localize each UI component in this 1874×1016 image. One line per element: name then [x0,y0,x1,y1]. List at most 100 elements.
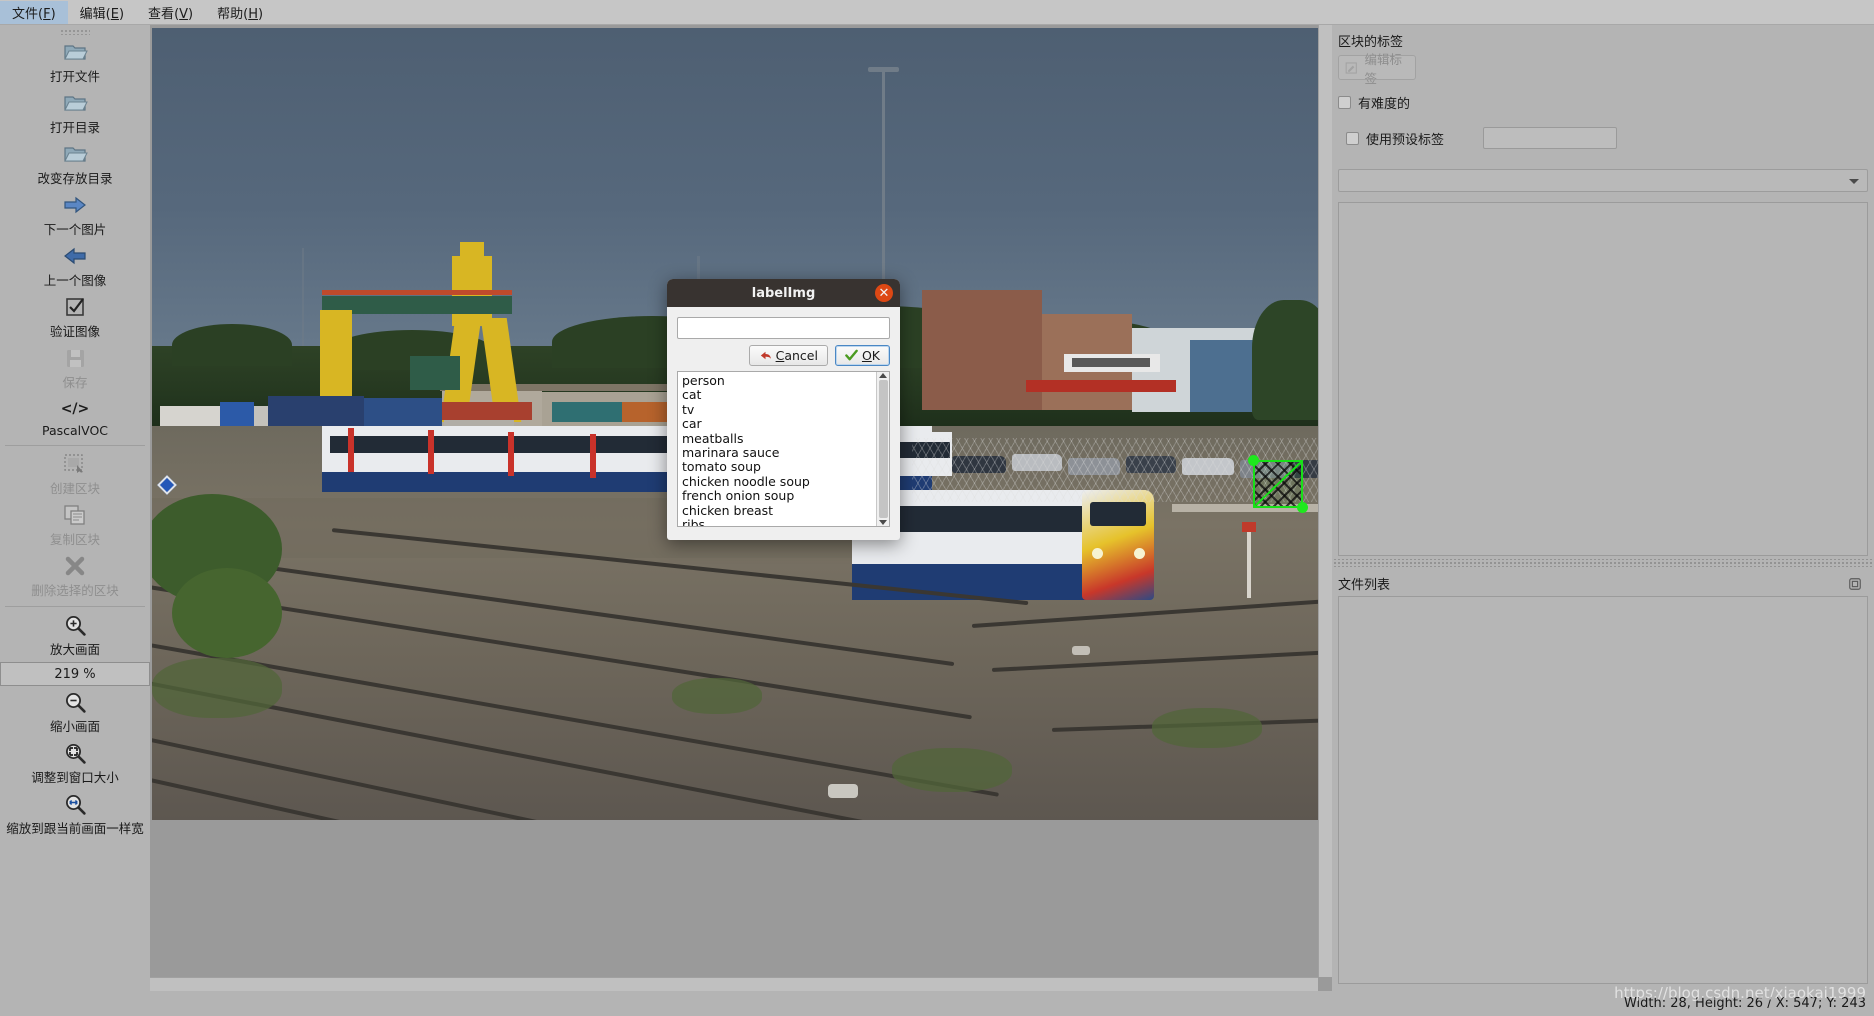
toolbar-next-image-label: 下一个图片 [43,222,107,237]
toolbar-zoom-out-label: 缩小画面 [49,719,100,734]
menu-edit[interactable]: 编辑(E) [68,1,136,24]
use-default-label-checkbox[interactable] [1346,131,1359,145]
box-labels-dock-title: 区块的标签 [1332,25,1874,53]
dialog-title-bar[interactable]: labelImg ✕ [667,279,900,307]
toolbar-next-image[interactable]: 下一个图片 [0,190,150,241]
zoom-level-value: 219 % [54,666,96,682]
suggestions-scrollbar[interactable] [876,372,889,526]
train-1-door-2 [428,430,434,474]
menu-view[interactable]: 查看(V) [136,1,205,24]
label-dialog[interactable]: labelImg ✕ Cancel OK person cat tv car m… [667,279,900,540]
list-item[interactable]: ribs [682,517,876,526]
ok-button[interactable]: OK [834,345,890,366]
bbox-vertex-bottom-right[interactable] [1297,502,1308,513]
grass-patch-4 [1152,708,1262,748]
dialog-title-text: labelImg [751,285,816,301]
cursor-coordinates-status: Width: 28, Height: 26 / X: 547; Y: 243 [1623,996,1866,1011]
menu-help[interactable]: 帮助(H) [205,1,275,24]
toolbar-verify-image[interactable]: 验证图像 [0,292,150,343]
cancel-button[interactable]: Cancel [748,345,828,366]
list-item[interactable]: marinara sauce [682,445,876,460]
menu-edit-mnemonic: E [110,6,119,22]
right-dock-panel: 区块的标签 编辑标签 有难度的 使用预设标签 文件列表 [1332,25,1874,1016]
toolbar-zoom-out[interactable]: 缩小画面 [0,687,150,738]
container-red [442,402,532,420]
toolbar-open-dir[interactable]: 打开目录 [0,88,150,139]
fit-width-icon [64,791,87,817]
list-item[interactable]: car [682,416,876,431]
difficult-checkbox-row[interactable]: 有难度的 [1338,93,1874,112]
toolbar-format-label: PascalVOC [41,423,109,438]
list-item[interactable]: french onion soup [682,488,876,503]
dock-splitter-handle[interactable] [1332,559,1874,567]
menu-file-label: 文件 [12,6,39,22]
list-item[interactable]: chicken breast [682,503,876,518]
toolbar-zoom-in-label: 放大画面 [49,642,100,657]
use-default-label-row[interactable]: 使用预设标签 [1346,127,1874,149]
gantry-rail-red [322,290,512,295]
list-item[interactable]: meatballs [682,431,876,446]
toolbar-open-dir-label: 打开目录 [49,120,100,135]
toolbar-create-rectbox: 创建区块 [0,449,150,500]
lamp-post-head [868,67,899,72]
undo-arrow-icon [760,351,771,360]
debris-2 [1072,646,1090,655]
toolbar-open-file[interactable]: 打开文件 [0,37,150,88]
container-navy [268,396,364,430]
list-item[interactable]: tv [682,402,876,417]
zoom-in-icon [64,612,87,638]
format-code-icon: </> [60,401,90,417]
open-dir-icon [62,90,88,116]
open-file-icon [62,39,88,65]
far-right-trees [1252,300,1328,420]
toolbar-zoom-in[interactable]: 放大画面 [0,610,150,661]
toolbar-fit-width[interactable]: 缩放到跟当前画面一样宽 [0,789,150,840]
toolbar-change-save-dir[interactable]: 改变存放目录 [0,139,150,190]
file-list[interactable] [1338,596,1868,984]
label-text-input[interactable] [677,317,890,339]
toolbar-duplicate-rectbox: 复制区块 [0,500,150,551]
edit-pencil-icon [1345,61,1357,74]
change-save-dir-icon [62,141,88,167]
scroll-up-arrow-icon[interactable] [879,373,887,378]
menu-bar: 文件(F) 编辑(E) 查看(V) 帮助(H) [0,0,1874,25]
edit-label-button: 编辑标签 [1338,52,1416,86]
list-item[interactable]: cat [682,387,876,402]
float-dock-icon[interactable] [1848,577,1862,591]
list-item[interactable]: chicken noodle soup [682,474,876,489]
canvas-vertical-scrollbar[interactable] [1318,25,1332,977]
toolbar-drag-handle[interactable] [60,29,90,35]
menu-file-mnemonic: F [43,6,51,22]
difficult-checkbox[interactable] [1338,96,1351,109]
default-label-input[interactable] [1483,127,1618,149]
annotation-bounding-box[interactable] [1248,455,1308,513]
fit-window-icon [64,740,87,766]
close-icon[interactable]: ✕ [875,284,893,302]
zoom-level-spinbox[interactable]: 219 % [0,662,150,686]
label-suggestions-list[interactable]: person cat tv car meatballs marinara sau… [677,371,890,527]
bbox-diagonal [1255,462,1301,506]
list-item[interactable]: tomato soup [682,460,876,475]
save-icon [65,345,86,371]
toolbar-format[interactable]: </> PascalVOC [0,394,150,441]
status-bar: Width: 28, Height: 26 / X: 547; Y: 243 [0,991,1874,1016]
list-item[interactable]: person [682,373,876,388]
bbox-vertex-top-left[interactable] [1248,455,1259,466]
file-list-dock-title: 文件列表 [1332,570,1874,596]
toolbar-save-label: 保存 [62,375,88,390]
toolbar-duplicate-rectbox-label: 复制区块 [49,532,100,547]
box-labels-list[interactable] [1338,202,1868,556]
toolbar-fit-window[interactable]: 调整到窗口大小 [0,738,150,789]
toolbar-prev-image[interactable]: 上一个图像 [0,241,150,292]
canvas-horizontal-scrollbar[interactable] [150,977,1318,991]
dialog-button-row: Cancel OK [748,345,890,366]
train-2-headlight-r [1134,548,1145,559]
label-history-combobox[interactable] [1338,169,1868,192]
menu-file[interactable]: 文件(F) [0,0,68,24]
scrollbar-thumb[interactable] [878,380,888,518]
menu-view-label: 查看 [148,6,175,22]
bush-left-2 [172,568,282,658]
tree-clump-1 [172,324,292,366]
cancel-button-label: Cancel [775,348,818,363]
scroll-down-arrow-icon[interactable] [879,520,887,525]
